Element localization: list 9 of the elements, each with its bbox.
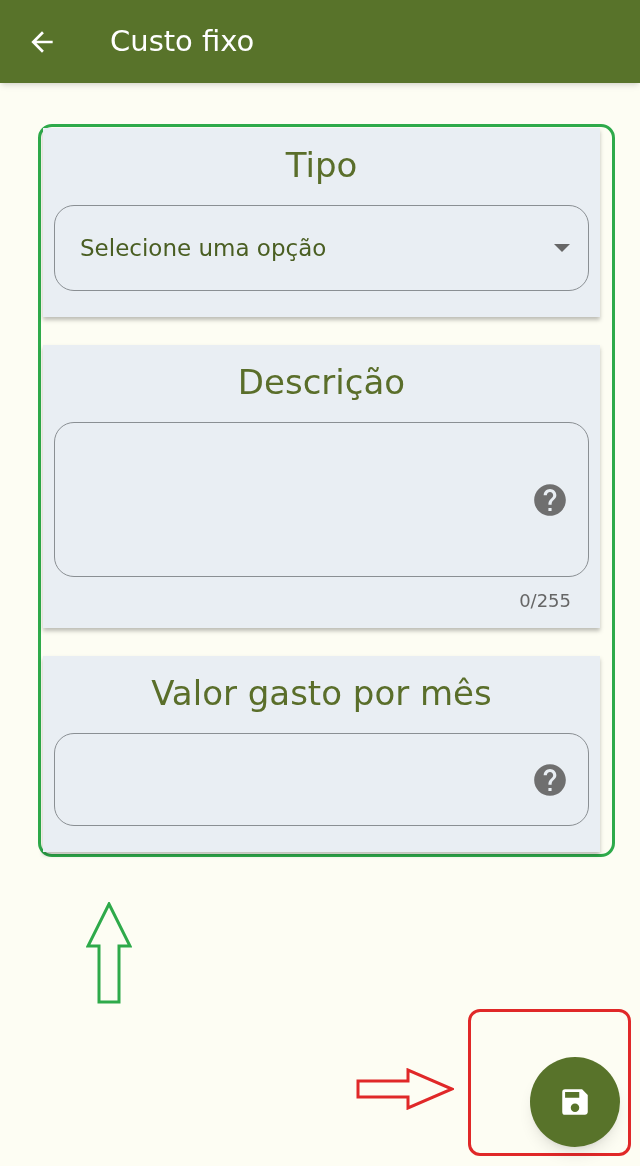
caret-icon — [554, 244, 570, 252]
screen-title: Custo fixo — [110, 22, 255, 60]
text-area[interactable] — [54, 422, 589, 577]
character-counter: 0/255 — [519, 589, 571, 613]
card-title: Valor gasto por mês — [151, 672, 492, 715]
card-title: Descrição — [237, 361, 406, 404]
select-field[interactable]: Selecione uma opção — [54, 205, 589, 291]
input-field[interactable] — [54, 733, 589, 826]
card-title: Tipo — [285, 144, 358, 187]
